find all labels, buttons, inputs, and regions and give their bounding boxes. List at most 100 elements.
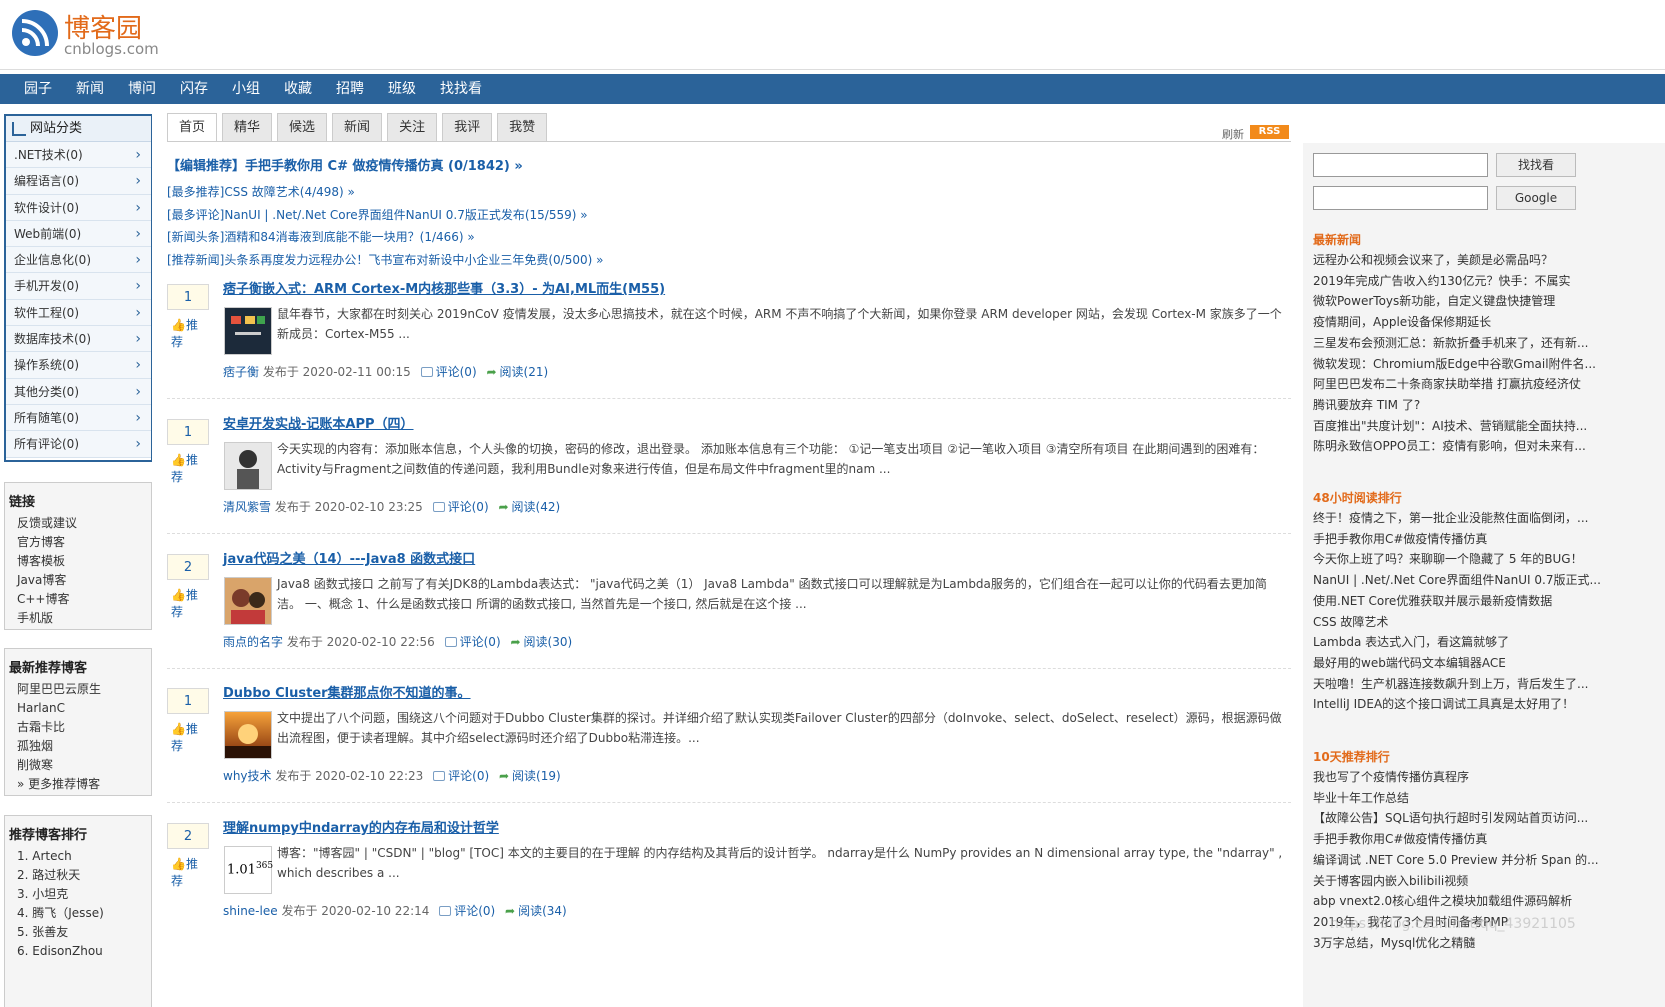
post-author[interactable]: 雨点的名字 — [223, 635, 283, 649]
post-title[interactable]: 痞子衡嵌入式：ARM Cortex-M内核那些事（3.3）- 为AI,ML而生(… — [223, 278, 665, 297]
news-item[interactable]: 阿里巴巴发布二十条商家扶助举措 打赢抗疫经济仗 — [1313, 374, 1665, 395]
news-item[interactable]: 微软PowerToys新功能，自定义键盘快捷管理 — [1313, 291, 1665, 312]
category-item[interactable]: 软件工程(0) › — [6, 299, 151, 327]
category-item[interactable]: 所有评论(0) › — [6, 431, 151, 458]
hot-item[interactable]: 最好用的web端代码文本编辑器ACE — [1313, 653, 1665, 674]
tab-my-comments[interactable]: 我评 — [442, 113, 493, 141]
logo-domain[interactable]: cnblogs.com — [64, 40, 159, 58]
post-reads-link[interactable]: 阅读(21) — [500, 365, 549, 379]
tab-following[interactable]: 关注 — [387, 113, 438, 141]
recommend-button[interactable]: 👍推荐 — [167, 451, 209, 485]
news-item[interactable]: 百度推出"共度计划"：AI技术、营销赋能全面扶持... — [1313, 416, 1665, 437]
hot-item[interactable]: Lambda 表达式入门，看这篇就够了 — [1313, 632, 1665, 653]
post-comments-link[interactable]: 评论(0) — [448, 500, 489, 514]
nav-item-jobs[interactable]: 招聘 — [336, 74, 364, 104]
avatar[interactable] — [224, 711, 272, 759]
top-item[interactable]: abp vnext2.0核心组件之模块加载组件源码解析 — [1313, 891, 1665, 912]
tab-news[interactable]: 新闻 — [332, 113, 383, 141]
hot-item[interactable]: 天啦噜！生产机器连接数飙升到上万，背后发生了... — [1313, 674, 1665, 695]
category-item[interactable]: 企业信息化(0) › — [6, 247, 151, 274]
editor-pick-link[interactable]: 【编辑推荐】手把手教你用 C# 做疫情传播仿真 (0/1842) » — [167, 155, 523, 174]
post-comments-link[interactable]: 评论(0) — [448, 769, 489, 783]
blogger-item[interactable]: 阿里巴巴云原生 — [5, 680, 151, 699]
avatar[interactable] — [224, 307, 272, 355]
category-item[interactable]: 操作系统(0) › — [6, 352, 151, 379]
news-item[interactable]: 远程办公和视频会议来了，美颜是必需品吗？ — [1313, 250, 1665, 271]
nav-item-classes[interactable]: 班级 — [388, 74, 416, 104]
link-item[interactable]: Java博客 — [5, 571, 151, 590]
post-author[interactable]: 清风紫雪 — [223, 500, 271, 514]
hot-item[interactable]: 终于！疫情之下，第一批企业没能熬住面临倒闭，... — [1313, 508, 1665, 529]
post-reads-link[interactable]: 阅读(34) — [518, 904, 567, 918]
nav-item-questions[interactable]: 博问 — [128, 74, 156, 104]
nav-item-search[interactable]: 找找看 — [440, 74, 482, 104]
tab-my-likes[interactable]: 我赞 — [497, 113, 548, 141]
news-item[interactable]: 2019年完成广告收入约130亿元？快手：不属实 — [1313, 271, 1665, 292]
blogger-item[interactable]: HarlanC — [5, 699, 151, 718]
recommend-button[interactable]: 👍推荐 — [167, 316, 209, 350]
avatar[interactable]: 1.01365 — [224, 846, 273, 894]
top-item[interactable]: 编译调试 .NET Core 5.0 Preview 并分析 Span 的... — [1313, 850, 1665, 871]
post-title[interactable]: 安卓开发实战-记账本APP（四） — [223, 413, 414, 432]
ranking-item[interactable]: 5. 张善友 — [5, 923, 151, 942]
category-item[interactable]: 所有随笔(0) › — [6, 404, 151, 432]
category-item[interactable]: 数据库技术(0) › — [6, 326, 151, 353]
top-item[interactable]: 关于博客园内嵌入bilibili视频 — [1313, 871, 1665, 892]
post-author[interactable]: why技术 — [223, 769, 272, 783]
category-item[interactable]: 其他分类(0) › — [6, 378, 151, 405]
post-comments-link[interactable]: 评论(0) — [460, 635, 501, 649]
post-author[interactable]: 痞子衡 — [223, 365, 259, 379]
post-title[interactable]: 理解numpy中ndarray的内存布局和设计哲学 — [223, 817, 499, 836]
news-item[interactable]: 微软发现：Chromium版Edge中谷歌Gmail附件名... — [1313, 354, 1665, 375]
post-comments-link[interactable]: 评论(0) — [436, 365, 477, 379]
site-search-button[interactable]: 找找看 — [1496, 153, 1576, 177]
headline-link[interactable]: [最多评论]NanUI | .Net/.Net Core界面组件NanUI 0.… — [167, 206, 588, 223]
hot-item[interactable]: 今天你上班了吗？来聊聊一个隐藏了 5 年的BUG！ — [1313, 549, 1665, 570]
blogger-item[interactable]: 古霜卡比 — [5, 718, 151, 737]
rss-icon[interactable]: RSS — [1250, 125, 1289, 139]
link-item[interactable]: 反馈或建议 — [5, 514, 151, 533]
hot-item[interactable]: 手把手教你用C#做疫情传播仿真 — [1313, 529, 1665, 550]
link-item[interactable]: 博客模板 — [5, 552, 151, 571]
category-item[interactable]: 手机开发(0) › — [6, 273, 151, 300]
post-title[interactable]: java代码之美（14）---Java8 函数式接口 — [223, 548, 475, 567]
avatar[interactable] — [224, 577, 272, 625]
recommend-button[interactable]: 👍推荐 — [167, 586, 209, 620]
post-reads-link[interactable]: 阅读(42) — [512, 500, 561, 514]
news-item[interactable]: 三星发布会预测汇总：新款折叠手机来了，还有新... — [1313, 333, 1665, 354]
ranking-item[interactable]: 6. EdisonZhou — [5, 942, 151, 961]
link-item[interactable]: 官方博客 — [5, 533, 151, 552]
blogger-item[interactable]: 孤独烟 — [5, 737, 151, 756]
link-item[interactable]: C++博客 — [5, 590, 151, 609]
top-item[interactable]: 我也写了个疫情传播仿真程序 — [1313, 767, 1665, 788]
recommend-button[interactable]: 👍推荐 — [167, 855, 209, 889]
more-bloggers-link[interactable]: » 更多推荐博客 — [5, 775, 151, 794]
post-reads-link[interactable]: 阅读(30) — [524, 635, 573, 649]
site-search-input[interactable] — [1313, 153, 1488, 177]
top-item[interactable]: 毕业十年工作总结 — [1313, 788, 1665, 809]
ranking-item[interactable]: 3. 小坦克 — [5, 885, 151, 904]
news-item[interactable]: 陈明永致信OPPO员工：疫情有影响，但对未来有... — [1313, 436, 1665, 457]
nav-item-yuanzi[interactable]: 园子 — [24, 74, 52, 104]
nav-item-flash[interactable]: 闪存 — [180, 74, 208, 104]
recommend-button[interactable]: 👍推荐 — [167, 720, 209, 754]
tab-featured[interactable]: 精华 — [222, 113, 273, 141]
headline-link[interactable]: [推荐新闻]头条系再度发力远程办公！飞书宣布对新设中小企业三年免费(0/500)… — [167, 251, 603, 268]
headline-link[interactable]: [最多推荐]CSS 故障艺术(4/498) » — [167, 183, 355, 200]
category-item[interactable]: Web前端(0) › — [6, 220, 151, 248]
category-item[interactable]: 编程语言(0) › — [6, 168, 151, 195]
hot-item[interactable]: IntelliJ IDEA的这个接口调试工具真是太好用了！ — [1313, 694, 1665, 715]
post-author[interactable]: shine-lee — [223, 904, 278, 918]
rss-logo-icon[interactable] — [12, 10, 58, 56]
post-reads-link[interactable]: 阅读(19) — [512, 769, 561, 783]
top-item[interactable]: 手把手教你用C#做疫情传播仿真 — [1313, 829, 1665, 850]
post-comments-link[interactable]: 评论(0) — [454, 904, 495, 918]
avatar[interactable] — [224, 442, 272, 490]
hot-item[interactable]: 使用.NET Core优雅获取并展示最新疫情数据 — [1313, 591, 1665, 612]
nav-item-news[interactable]: 新闻 — [76, 74, 104, 104]
blogger-item[interactable]: 削微寒 — [5, 756, 151, 775]
google-search-input[interactable] — [1313, 186, 1488, 210]
link-item[interactable]: 手机版 — [5, 609, 151, 628]
ranking-item[interactable]: 1. Artech — [5, 847, 151, 866]
headline-link[interactable]: [新闻头条]酒精和84消毒液到底能不能一块用？(1/466) » — [167, 228, 475, 245]
